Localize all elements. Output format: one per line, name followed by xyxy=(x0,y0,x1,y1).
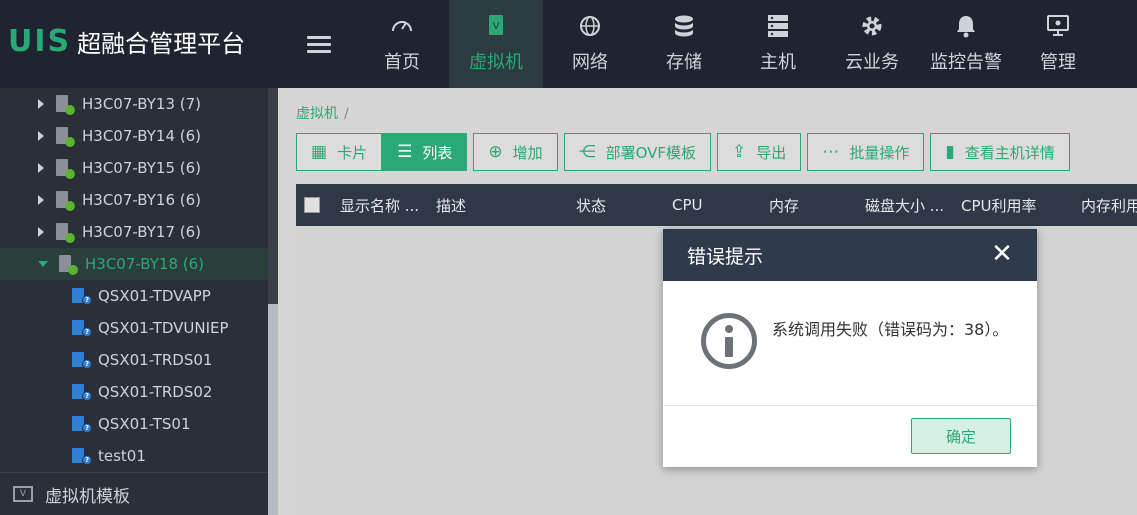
svg-text:V: V xyxy=(493,21,500,32)
host-online-icon xyxy=(56,223,75,243)
vm-unknown-state-icon: ? xyxy=(72,351,92,369)
deploy-ovf-button[interactable]: ⋲ 部署OVF模板 xyxy=(563,133,712,171)
monitor-icon xyxy=(1011,14,1105,38)
dialog-title: 错误提示 xyxy=(687,245,764,268)
dialog-header: 错误提示 ✕ xyxy=(663,229,1037,281)
nav-network[interactable]: 网络 xyxy=(543,0,637,88)
share-nodes-icon: ⋲ xyxy=(578,142,596,162)
col-cpu-usage[interactable]: CPU利用率 xyxy=(961,195,1081,216)
expand-arrow-icon[interactable] xyxy=(38,131,44,141)
top-bar: UIS 超融合管理平台 首页 V 虚拟机 网络 存储 主机 云业务 监控告警 管… xyxy=(0,0,1137,96)
vm-unknown-state-icon: ? xyxy=(72,415,92,433)
tree-vm-item[interactable]: ? QSX01-TRDS02 xyxy=(0,376,268,408)
gear-icon xyxy=(825,14,919,38)
view-host-detail-button[interactable]: ▮ 查看主机详情 xyxy=(930,133,1070,171)
plus-circle-icon: ⊕ xyxy=(488,142,503,162)
nav-storage[interactable]: 存储 xyxy=(637,0,731,88)
breadcrumb: 虚拟机 / xyxy=(296,106,349,122)
menu-toggle-icon[interactable] xyxy=(307,36,331,54)
add-button[interactable]: ⊕ 增加 xyxy=(473,133,558,171)
error-dialog: 错误提示 ✕ 系统调用失败（错误码为：38）。 确定 xyxy=(663,229,1037,467)
confirm-button[interactable]: 确定 xyxy=(911,418,1011,454)
host-online-icon xyxy=(56,127,75,147)
tree-vm-item[interactable]: ? QSX01-TS01 xyxy=(0,408,268,440)
tree-host-item[interactable]: H3C07-BY17 (6) xyxy=(0,216,268,248)
batch-operation-button[interactable]: ⋯ 批量操作 xyxy=(807,133,925,171)
logo-text: 超融合管理平台 xyxy=(77,30,246,58)
col-memory[interactable]: 内存 xyxy=(769,195,865,216)
logo: UIS 超融合管理平台 xyxy=(8,24,245,59)
col-memory-usage[interactable]: 内存利用 xyxy=(1081,195,1137,216)
nav-cloud-service[interactable]: 云业务 xyxy=(825,0,919,88)
col-status[interactable]: 状态 xyxy=(576,195,672,216)
tree-vm-item[interactable]: ? test01 xyxy=(0,440,268,472)
template-icon: V xyxy=(13,486,33,502)
list-view-button[interactable]: ☰ 列表 xyxy=(382,133,468,171)
table-header: 显示名称 ... 描述 状态 CPU 内存 磁盘大小 ... CPU利用率 内存… xyxy=(296,184,1137,226)
breadcrumb-current[interactable]: 虚拟机 xyxy=(296,106,338,122)
tree-host-item[interactable]: H3C07-BY16 (6) xyxy=(0,184,268,216)
host-online-icon xyxy=(59,255,78,275)
view-toggle: ▦ 卡片 ☰ 列表 xyxy=(296,133,468,171)
phone-icon: ▮ xyxy=(945,142,955,162)
logo-mark: UIS xyxy=(8,24,72,59)
col-disk-size[interactable]: 磁盘大小 ... xyxy=(865,195,961,216)
export-icon: ⇪ xyxy=(732,142,747,162)
expand-arrow-icon[interactable] xyxy=(38,163,44,173)
close-icon[interactable]: ✕ xyxy=(989,241,1015,267)
tree-vm-item[interactable]: ? QSX01-TRDS01 xyxy=(0,344,268,376)
nav-home[interactable]: 首页 xyxy=(355,0,449,88)
tree-host-item[interactable]: H3C07-BY15 (6) xyxy=(0,152,268,184)
tree-host-item[interactable]: H3C07-BY14 (6) xyxy=(0,120,268,152)
vm-unknown-state-icon: ? xyxy=(72,319,92,337)
vm-unknown-state-icon: ? xyxy=(72,287,92,305)
more-dots-icon: ⋯ xyxy=(822,142,840,162)
tree-host-item[interactable]: H3C07-BY13 (7) xyxy=(0,88,268,120)
dialog-footer: 确定 xyxy=(663,406,1037,467)
nav-host[interactable]: 主机 xyxy=(731,0,825,88)
vm-unknown-state-icon: ? xyxy=(72,383,92,401)
export-button[interactable]: ⇪ 导出 xyxy=(717,133,802,171)
col-description[interactable]: 描述 xyxy=(436,195,576,216)
vm-unknown-state-icon: ? xyxy=(72,447,92,465)
host-online-icon xyxy=(56,95,75,115)
collapse-arrow-icon[interactable] xyxy=(38,261,48,267)
nav-management[interactable]: 管理 xyxy=(1011,0,1105,88)
grid-icon: ▦ xyxy=(311,142,328,162)
toolbar: ▦ 卡片 ☰ 列表 ⊕ 增加 ⋲ 部署OVF模板 ⇪ 导出 ⋯ 批量操作 ▮ 查… xyxy=(296,133,1076,171)
col-cpu[interactable]: CPU xyxy=(672,196,769,214)
host-online-icon xyxy=(56,191,75,211)
host-online-icon xyxy=(56,159,75,179)
col-display-name[interactable]: 显示名称 ... xyxy=(340,195,436,216)
tree-vm-item[interactable]: ? QSX01-TDVUNIEP xyxy=(0,312,268,344)
card-view-button[interactable]: ▦ 卡片 xyxy=(296,133,383,171)
expand-arrow-icon[interactable] xyxy=(38,99,44,109)
expand-arrow-icon[interactable] xyxy=(38,195,44,205)
nav-monitor-alarm[interactable]: 监控告警 xyxy=(919,0,1013,88)
speedometer-icon xyxy=(355,14,449,38)
sidebar-tree: H3C07-BY13 (7) H3C07-BY14 (6) H3C07-BY15… xyxy=(0,88,268,515)
sidebar-scroll-thumb[interactable] xyxy=(268,304,278,515)
server-icon xyxy=(731,14,825,38)
select-all-checkbox[interactable] xyxy=(304,197,320,213)
nav-vm[interactable]: V 虚拟机 xyxy=(449,0,543,96)
list-icon: ☰ xyxy=(397,142,413,162)
error-message: 系统调用失败（错误码为：38）。 xyxy=(772,320,1009,339)
database-icon xyxy=(637,14,731,38)
globe-icon xyxy=(543,14,637,38)
info-icon xyxy=(701,313,757,369)
expand-arrow-icon[interactable] xyxy=(38,227,44,237)
tree-host-item-selected[interactable]: H3C07-BY18 (6) xyxy=(0,248,268,280)
vm-template-link[interactable]: V 虚拟机模板 xyxy=(0,472,268,515)
dialog-body: 系统调用失败（错误码为：38）。 xyxy=(663,281,1037,406)
vm-icon: V xyxy=(449,14,543,38)
tree-vm-item[interactable]: ? QSX01-TDVAPP xyxy=(0,280,268,312)
bell-icon xyxy=(919,14,1013,38)
